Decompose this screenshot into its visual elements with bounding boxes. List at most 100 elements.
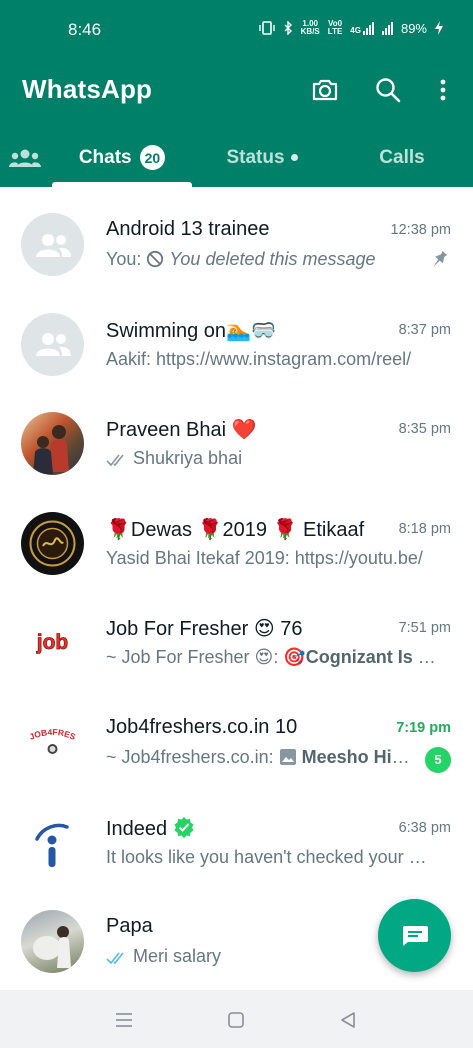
avatar[interactable]	[21, 511, 84, 575]
group-avatar-icon	[35, 333, 71, 357]
preview-deleted-text: You deleted this message	[169, 249, 376, 269]
chat-name: Android 13 trainee	[106, 218, 270, 240]
person-photo-icon	[33, 425, 69, 475]
tab-status[interactable]: Status	[192, 128, 332, 187]
search-button[interactable]	[370, 72, 406, 108]
volte-bottom: LTE	[327, 27, 343, 36]
preview-bold-text: Meesho Hiring	[301, 746, 411, 767]
tab-chats[interactable]: Chats 20	[52, 128, 192, 187]
job4freshers-logo-icon: JOB4FRESHERS	[21, 711, 78, 754]
avatar[interactable]: JOB4FRESHERS	[21, 710, 84, 774]
preview-sender: ~ Job4freshers.co.in:	[106, 746, 279, 767]
home-button[interactable]	[224, 1010, 248, 1030]
svg-text:JOB4FRESHERS: JOB4FRESHERS	[21, 711, 78, 742]
status-bar: 8:46 1.00 KB/S Vo0 LTE 4G 89%	[0, 0, 473, 60]
app-bar: WhatsApp	[0, 60, 473, 128]
avatar[interactable]	[21, 412, 84, 476]
chat-time: 8:37 pm	[398, 321, 451, 338]
camera-icon	[312, 79, 338, 101]
more-vert-icon	[440, 79, 446, 101]
unread-count-badge: 5	[425, 746, 451, 773]
chat-row[interactable]: 🌹Dewas 🌹2019 🌹 Etikaaf 8:18 pm Yasid Bha…	[0, 486, 473, 586]
preview-sender: ~ Job For Fresher 😍: 🎯	[106, 647, 306, 668]
chat-time: 6:38 pm	[398, 819, 451, 836]
chat-time: 7:19 pm	[396, 719, 451, 736]
tab-calls-label: Calls	[379, 146, 425, 168]
double-tick-icon	[106, 454, 124, 467]
verified-icon	[174, 816, 194, 838]
chat-time: 8:35 pm	[398, 421, 451, 438]
signal-bars-2-icon	[381, 21, 393, 35]
chat-preview: You: You deleted this message	[106, 249, 436, 270]
menu-lines-icon	[116, 1013, 132, 1027]
status-new-dot	[290, 154, 298, 161]
tab-chats-label: Chats	[78, 146, 132, 168]
chat-name: Praveen Bhai ❤️	[106, 419, 257, 442]
new-chat-icon	[402, 925, 428, 946]
chat-name: Job4freshers.co.in 10	[106, 715, 298, 738]
image-icon	[279, 748, 296, 765]
tab-calls[interactable]: Calls	[332, 128, 472, 187]
chat-name: 🌹Dewas 🌹2019 🌹 Etikaaf	[106, 518, 365, 541]
tab-status-label: Status	[226, 146, 285, 168]
bluetooth-icon	[284, 21, 292, 35]
battery-percent: 89%	[400, 20, 427, 36]
chat-preview: Aakif: https://www.instagram.com/reel/	[106, 348, 412, 369]
chat-preview: It looks like you haven't checked your m…	[106, 846, 436, 867]
network-speed: 1.00 KB/S	[301, 20, 320, 36]
preview-text: Meri salary	[133, 946, 222, 967]
more-options-button[interactable]	[425, 72, 461, 108]
chat-time: 7:51 pm	[398, 620, 451, 637]
chat-list: Android 13 trainee 12:38 pm You: You del…	[0, 187, 473, 990]
chat-row[interactable]: Praveen Bhai ❤️ 8:35 pm Shukriya bhai	[0, 386, 473, 486]
charging-icon	[435, 21, 443, 35]
chat-name: Papa	[106, 915, 153, 938]
chat-row[interactable]: Android 13 trainee 12:38 pm You: You del…	[0, 187, 473, 287]
avatar[interactable]	[21, 312, 84, 376]
chat-preview: Yasid Bhai Itekaf 2019: https://youtu.be…	[106, 547, 423, 568]
chat-time: 8:18 pm	[398, 520, 451, 537]
avatar[interactable]	[21, 910, 84, 974]
new-chat-button[interactable]	[378, 899, 451, 972]
recents-button[interactable]	[112, 1010, 136, 1030]
chat-preview: ~ Job4freshers.co.in: Meesho Hiring	[106, 747, 411, 768]
chat-name-text: Indeed	[106, 817, 168, 840]
preview-bold-text: Cognizant Is Hiring	[305, 647, 436, 668]
tab-chats-badge: 20	[139, 145, 166, 170]
camera-button[interactable]	[307, 72, 343, 108]
svg-text:job: job	[36, 631, 69, 654]
avatar[interactable]: job	[21, 611, 84, 675]
chat-preview: Shukriya bhai	[106, 448, 436, 469]
chat-name: Swimming on🏊🥽	[106, 319, 276, 342]
status-time: 8:46	[68, 20, 102, 39]
square-icon	[228, 1012, 244, 1028]
chat-time: 12:38 pm	[390, 222, 451, 238]
app-title: WhatsApp	[22, 74, 153, 104]
chat-name: Indeed	[106, 816, 376, 841]
pin-icon	[433, 251, 448, 267]
volte-indicator: Vo0 LTE	[328, 20, 343, 36]
deleted-icon	[147, 250, 164, 268]
chat-row[interactable]: JOB4FRESHERS Job4freshers.co.in 10 7:19 …	[0, 685, 473, 785]
calligraphy-logo-icon	[29, 520, 76, 567]
avatar[interactable]	[21, 810, 84, 874]
avatar[interactable]	[21, 213, 84, 276]
indeed-logo-icon	[35, 823, 69, 867]
tab-community[interactable]	[0, 128, 50, 187]
preview-text: Shukriya bhai	[133, 448, 243, 469]
network-type: 4G	[350, 25, 361, 35]
vibrate-icon	[258, 21, 275, 35]
chat-preview: ~ Job For Fresher 😍: 🎯Cognizant Is Hirin…	[106, 647, 436, 668]
chat-row[interactable]: Swimming on🏊🥽 8:37 pm Aakif: https://www…	[0, 287, 473, 387]
chat-row[interactable]: job Job For Fresher 😍 76 7:51 pm ~ Job F…	[0, 585, 473, 685]
tab-bar: Chats 20 Status Calls	[0, 128, 473, 187]
preview-sender: You:	[106, 249, 147, 269]
double-tick-read-icon	[106, 952, 124, 965]
back-button[interactable]	[336, 1010, 360, 1030]
system-nav-bar	[0, 990, 473, 1048]
community-icon	[9, 149, 41, 167]
network-speed-unit: KB/S	[300, 27, 320, 36]
job-logo-icon: job	[35, 631, 69, 655]
group-avatar-icon	[35, 233, 71, 257]
chat-row[interactable]: Indeed 6:38 pm It looks like you haven't…	[0, 785, 473, 885]
